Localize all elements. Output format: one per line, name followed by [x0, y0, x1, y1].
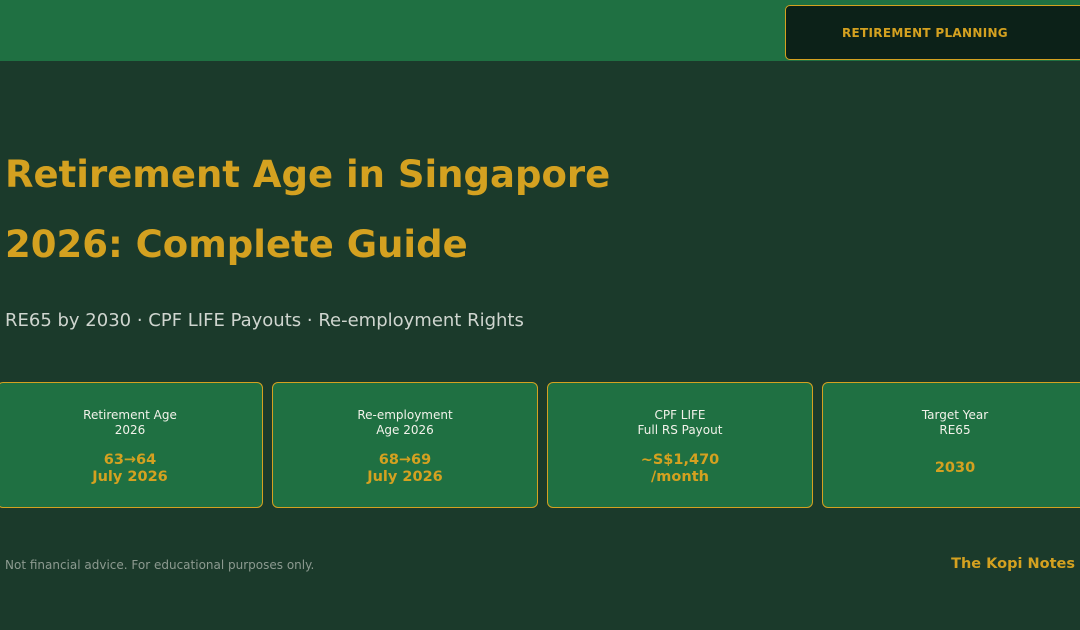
stat-card-value: ~S$1,470 /month [640, 452, 720, 485]
stat-card-label: Target Year RE65 [921, 408, 989, 437]
stat-card-target-year: Target Year RE65 2030 [822, 382, 1080, 508]
stat-card-retirement-age: Retirement Age 2026 63→64 July 2026 [0, 382, 263, 508]
stat-card-label: Re-employment Age 2026 [357, 408, 453, 437]
stat-card-value: 2030 [934, 460, 976, 476]
disclaimer-text: Not financial advice. For educational pu… [5, 558, 315, 572]
page-title-line-2: 2026: Complete Guide [5, 223, 468, 266]
page-subtitle: RE65 by 2030 · CPF LIFE Payouts · Re-emp… [5, 310, 524, 331]
stat-card-label: Retirement Age 2026 [83, 408, 177, 437]
stat-card-label: CPF LIFE Full RS Payout [637, 408, 723, 437]
stat-card-value: 68→69 July 2026 [367, 452, 443, 485]
stat-card-cpf-life-payout: CPF LIFE Full RS Payout ~S$1,470 /month [547, 382, 813, 508]
category-badge: RETIREMENT PLANNING [785, 5, 1080, 60]
page-title-line-1: Retirement Age in Singapore [5, 153, 611, 196]
page: RETIREMENT PLANNING Retirement Age in Si… [0, 0, 1080, 630]
stat-card-reemployment-age: Re-employment Age 2026 68→69 July 2026 [272, 382, 538, 508]
stat-card-value: 63→64 July 2026 [92, 452, 168, 485]
brand-name: The Kopi Notes [951, 556, 1075, 572]
